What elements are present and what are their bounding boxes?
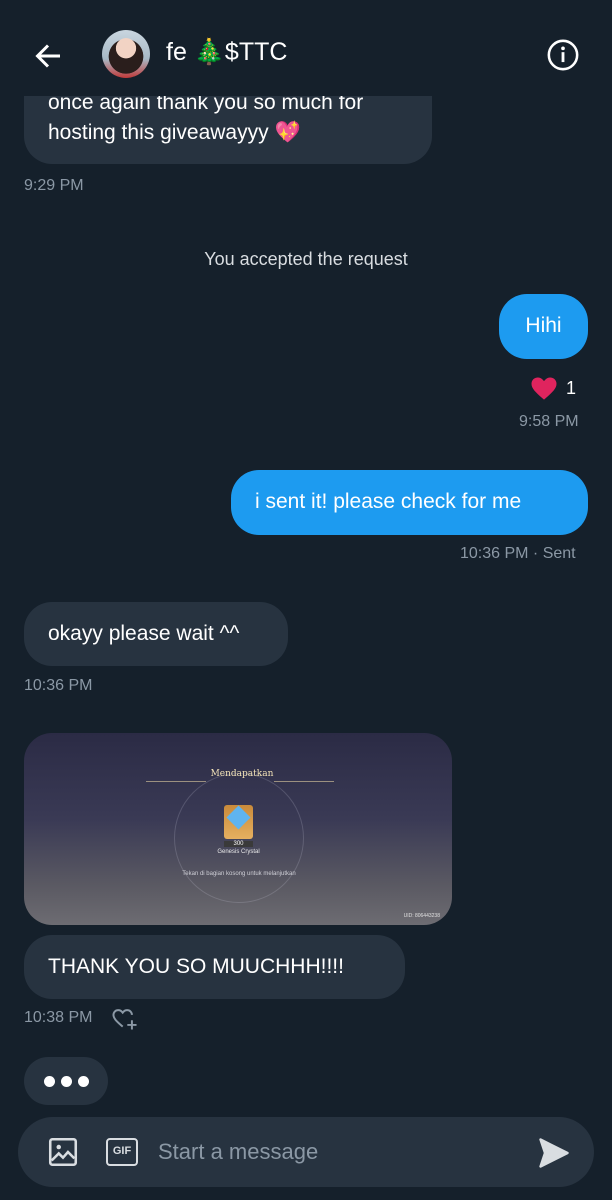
image-banner: Mendapatkan (210, 769, 274, 779)
conversation-header: fe 🎄$TTC (0, 0, 612, 96)
image-icon[interactable] (46, 1135, 80, 1169)
message-timestamp: 9:29 PM (24, 177, 84, 194)
system-message: You accepted the request (204, 249, 408, 269)
avatar[interactable] (102, 30, 150, 78)
image-divider (274, 781, 334, 782)
attached-image[interactable]: Mendapatkan 300 Genesis Crystal Tekan di… (24, 733, 452, 925)
message-text: once again thank you so much for hosting… (48, 91, 364, 144)
info-icon[interactable] (546, 38, 580, 72)
message-timestamp: 10:38 PM (24, 1009, 93, 1026)
message-timestamp: 10:36 PM (24, 677, 93, 694)
heart-plus-icon[interactable] (110, 1004, 140, 1032)
message-input[interactable]: Start a message (158, 1139, 318, 1165)
image-tip: Tekan di bagian kosong untuk melanjutkan (182, 871, 296, 877)
typing-dot (44, 1076, 55, 1087)
item-name: Genesis Crystal (217, 849, 260, 855)
heart-icon[interactable] (528, 373, 560, 403)
message-bubble-outgoing[interactable]: Hihi (499, 294, 588, 359)
image-uid: UID: 806443238 (403, 913, 440, 919)
reaction-count: 1 (566, 378, 577, 398)
gif-icon[interactable]: GIF (106, 1138, 138, 1166)
typing-indicator (24, 1057, 108, 1105)
item-quantity: 300 (224, 841, 253, 847)
send-icon[interactable] (536, 1135, 572, 1171)
back-arrow-icon[interactable] (30, 38, 66, 74)
message-text: THANK YOU SO MUUCHHH!!!! (48, 955, 344, 978)
message-text: okayy please wait ^^ (48, 622, 240, 645)
typing-dot (78, 1076, 89, 1087)
message-bubble-outgoing[interactable]: i sent it! please check for me (231, 470, 588, 535)
message-bubble-incoming[interactable]: okayy please wait ^^ (24, 602, 288, 666)
typing-dot (61, 1076, 72, 1087)
image-divider (146, 781, 206, 782)
message-text: Hihi (525, 314, 562, 337)
conversation-title[interactable]: fe 🎄$TTC (166, 38, 287, 67)
message-timestamp: 9:58 PM (519, 413, 579, 430)
message-bubble-incoming[interactable]: THANK YOU SO MUUCHHH!!!! (24, 935, 405, 999)
message-composer: GIF Start a message (18, 1117, 594, 1187)
message-timestamp: 10:36 PM · Sent (460, 545, 576, 562)
message-text: i sent it! please check for me (255, 490, 522, 513)
